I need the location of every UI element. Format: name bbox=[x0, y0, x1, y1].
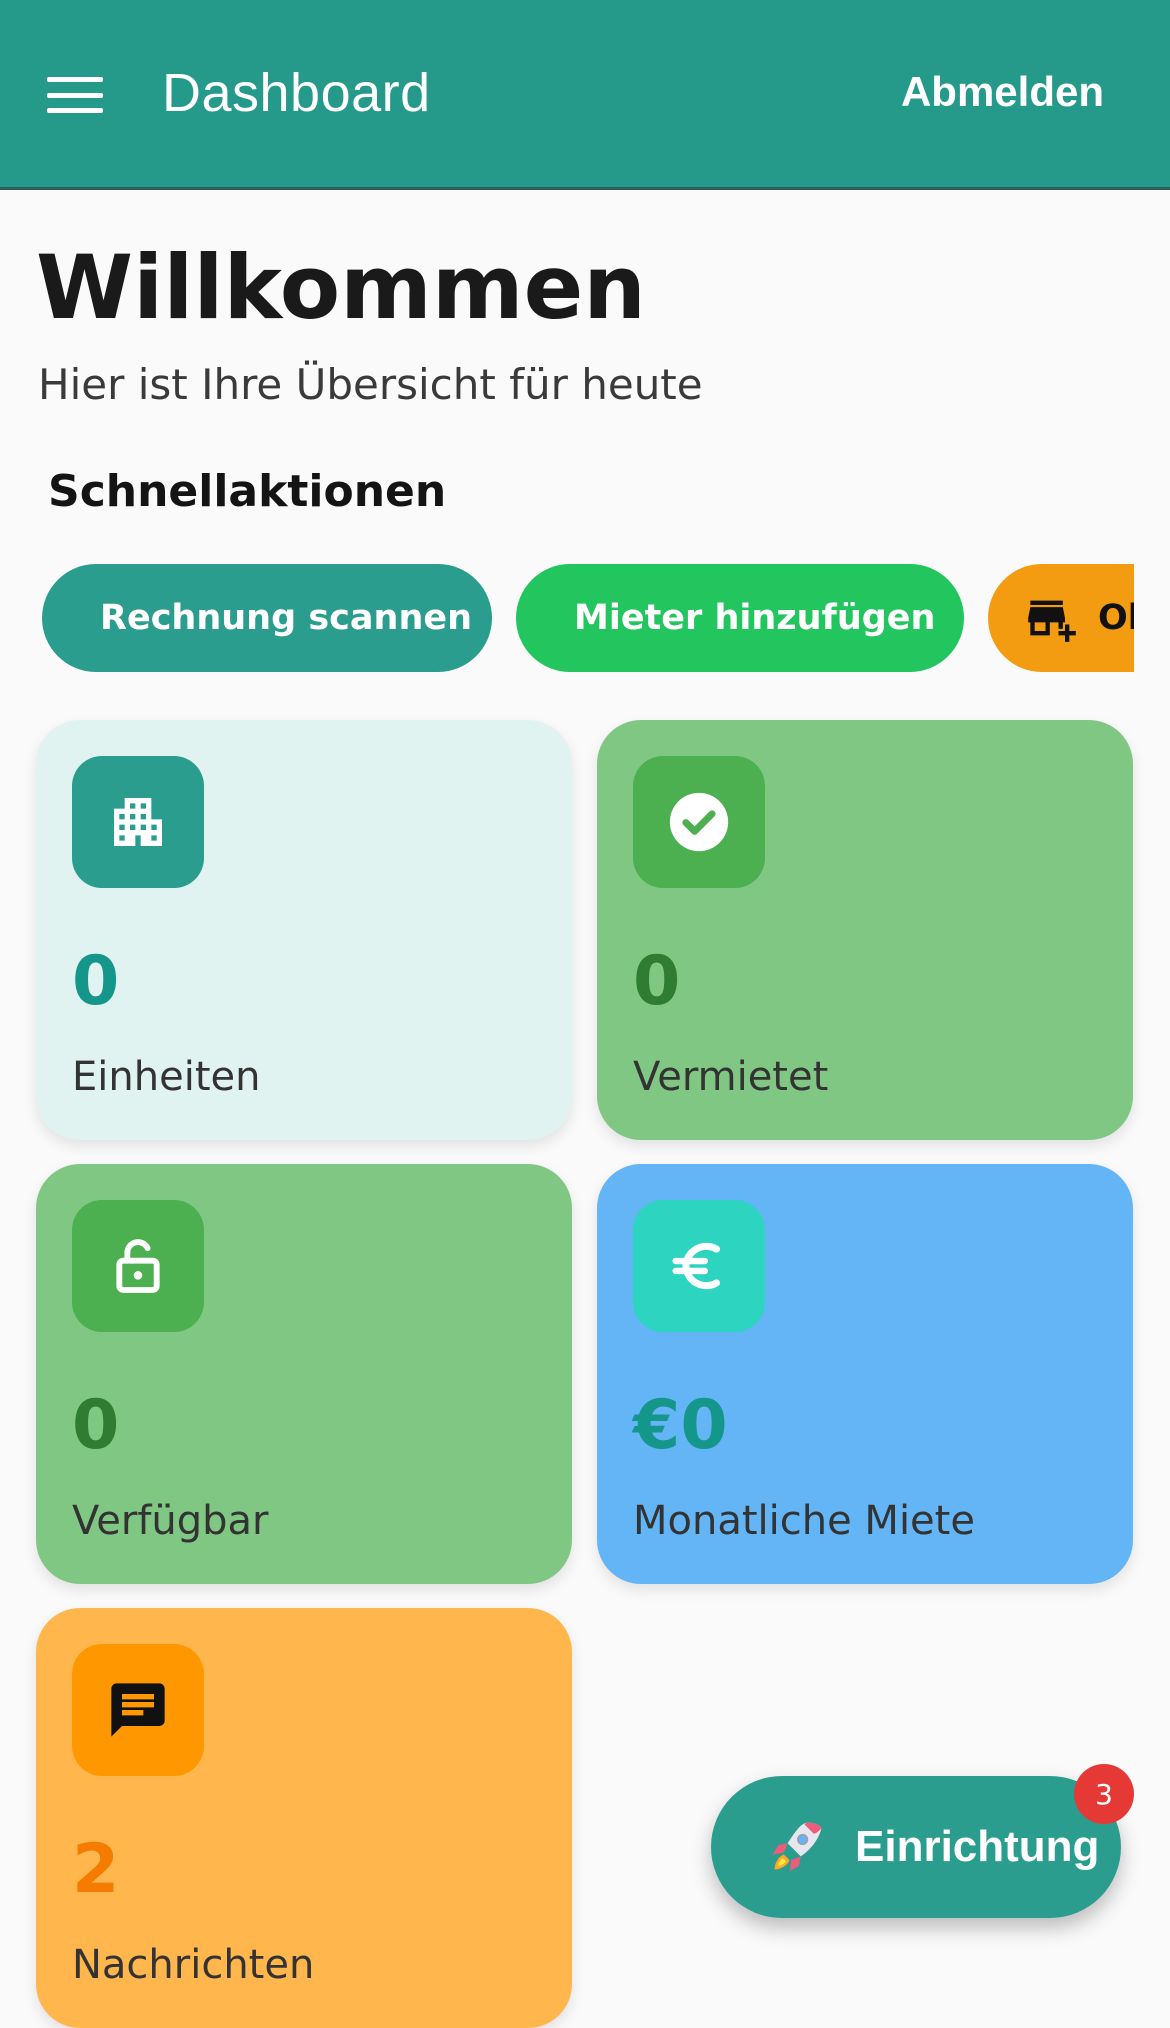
messages-value: 2 bbox=[72, 1830, 120, 1909]
welcome-subtitle: Hier ist Ihre Übersicht für heute bbox=[38, 360, 703, 409]
rented-value: 0 bbox=[633, 942, 681, 1021]
quick-actions-title: Schnellaktionen bbox=[48, 466, 447, 517]
apartment-icon bbox=[72, 756, 204, 888]
units-value: 0 bbox=[72, 942, 120, 1021]
add-business-icon bbox=[1028, 600, 1076, 642]
chat-icon bbox=[72, 1644, 204, 1776]
add-property-label: Ob bbox=[1098, 598, 1134, 638]
units-label: Einheiten bbox=[72, 1054, 261, 1100]
quick-actions-row[interactable]: Rechnung scannen Mieter hinzufügen Ob bbox=[42, 564, 1134, 672]
stat-card-rented[interactable]: 0 Vermietet bbox=[597, 720, 1133, 1140]
stat-card-messages[interactable]: 2 Nachrichten bbox=[36, 1608, 572, 2028]
add-tenant-label: Mieter hinzufügen bbox=[574, 598, 936, 638]
stat-card-monthly-rent[interactable]: €0 Monatliche Miete bbox=[597, 1164, 1133, 1584]
welcome-heading: Willkommen bbox=[36, 236, 646, 339]
stat-card-available[interactable]: 0 Verfügbar bbox=[36, 1164, 572, 1584]
messages-label: Nachrichten bbox=[72, 1942, 315, 1988]
setup-badge: 3 bbox=[1074, 1764, 1134, 1824]
available-value: 0 bbox=[72, 1386, 120, 1465]
scan-invoice-label: Rechnung scannen bbox=[100, 598, 473, 638]
monthly-rent-value: €0 bbox=[633, 1386, 728, 1465]
lock-open-icon bbox=[72, 1200, 204, 1332]
check-circle-icon bbox=[633, 756, 765, 888]
scan-invoice-button[interactable]: Rechnung scannen bbox=[42, 564, 492, 672]
setup-fab[interactable]: Einrichtung bbox=[711, 1776, 1121, 1918]
add-property-button[interactable]: Ob bbox=[988, 564, 1134, 672]
menu-icon[interactable] bbox=[40, 65, 110, 125]
app-bar: Dashboard Abmelden bbox=[0, 0, 1170, 190]
available-label: Verfügbar bbox=[72, 1498, 269, 1544]
rented-label: Vermietet bbox=[633, 1054, 829, 1100]
setup-label: Einrichtung bbox=[855, 1822, 1100, 1871]
monthly-rent-label: Monatliche Miete bbox=[633, 1498, 975, 1544]
add-tenant-button[interactable]: Mieter hinzufügen bbox=[516, 564, 964, 672]
rocket-icon bbox=[772, 1822, 822, 1872]
logout-button[interactable]: Abmelden bbox=[901, 68, 1104, 116]
page-title: Dashboard bbox=[162, 63, 431, 123]
euro-icon bbox=[633, 1200, 765, 1332]
stat-card-units[interactable]: 0 Einheiten bbox=[36, 720, 572, 1140]
